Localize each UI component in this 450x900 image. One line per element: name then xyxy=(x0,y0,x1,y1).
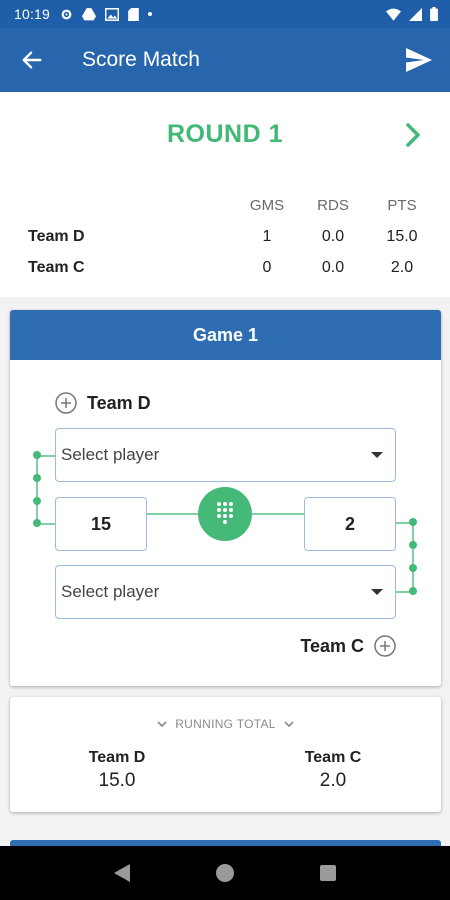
wifi-icon xyxy=(386,8,401,21)
header-pts: PTS xyxy=(387,197,417,214)
add-player-button[interactable] xyxy=(55,392,77,414)
team-rds: 0.0 xyxy=(321,227,345,245)
back-button[interactable] xyxy=(0,28,64,92)
score-left-input[interactable]: 15 xyxy=(55,497,147,551)
running-total-toggle[interactable]: RUNNING TOTAL xyxy=(10,717,441,731)
team-pts: 15.0 xyxy=(386,227,418,245)
connector-line xyxy=(36,455,38,523)
running-total-team-value: 2.0 xyxy=(319,770,347,791)
connector-dot xyxy=(33,519,41,527)
next-round-button[interactable] xyxy=(398,120,428,150)
table-row: Team D 1 0.0 15.0 xyxy=(28,221,438,252)
team-top-label: Team D xyxy=(55,392,151,414)
running-total-team-name: Team C xyxy=(304,749,362,766)
running-total-team-value: 15.0 xyxy=(98,770,136,791)
app-bar: Score Match xyxy=(0,28,450,92)
round-title: ROUND 1 xyxy=(166,120,283,148)
nav-recents-button[interactable] xyxy=(308,853,348,893)
game-card: Game 1 Team D Select player 15 2 Select … xyxy=(10,310,441,686)
plus-circle-icon xyxy=(374,635,396,657)
status-bar: 10:19 xyxy=(0,0,450,28)
connector-dot xyxy=(409,587,417,595)
dialpad-icon xyxy=(217,502,233,524)
team-name: Team C xyxy=(28,258,85,276)
keypad-button[interactable] xyxy=(198,487,252,541)
table-row: Team C 0 0.0 2.0 xyxy=(28,252,438,283)
score-table: GMS RDS PTS Team D 1 0.0 15.0 Team C 0 0… xyxy=(28,190,438,283)
team-bottom-label: Team C xyxy=(300,635,396,657)
connector-line xyxy=(412,522,414,592)
connector-dot xyxy=(33,497,41,505)
drive-icon xyxy=(82,7,97,20)
send-icon xyxy=(406,48,432,72)
page-title: Score Match xyxy=(82,48,200,71)
round-summary: ROUND 1 GMS RDS PTS Team D 1 0.0 15.0 Te… xyxy=(0,92,450,297)
status-notification-icons xyxy=(60,7,153,21)
running-total-team: Team D 15.0 xyxy=(42,749,192,792)
nav-home-button[interactable] xyxy=(205,853,245,893)
square-recents-icon xyxy=(320,865,337,881)
chevron-down-icon xyxy=(371,589,383,595)
header-gms: GMS xyxy=(249,197,285,214)
team-top-name: Team D xyxy=(87,392,151,413)
score-right-input[interactable]: 2 xyxy=(304,497,396,551)
score-table-header: GMS RDS PTS xyxy=(28,190,438,221)
player-bottom-placeholder: Select player xyxy=(61,582,160,601)
player-bottom-select[interactable]: Select player xyxy=(55,565,396,619)
game-title: Game 1 xyxy=(10,310,441,360)
chevron-down-icon xyxy=(284,720,294,727)
signal-icon xyxy=(409,7,422,21)
chevron-down-icon xyxy=(371,452,383,458)
header-rds: RDS xyxy=(317,197,349,214)
team-rds: 0.0 xyxy=(321,258,345,276)
chevron-down-icon xyxy=(157,720,167,727)
add-player-button[interactable] xyxy=(374,635,396,657)
dot-icon xyxy=(148,12,153,16)
team-pts: 2.0 xyxy=(390,258,414,276)
status-system-icons xyxy=(386,7,438,21)
running-total-card: RUNNING TOTAL Team D 15.0 Team C 2.0 xyxy=(10,697,441,812)
chevron-right-icon xyxy=(406,123,420,147)
sd-card-icon xyxy=(128,7,139,21)
connector-dot xyxy=(33,474,41,482)
team-bottom-name: Team C xyxy=(300,635,364,656)
player-top-placeholder: Select player xyxy=(61,445,160,464)
running-total-label: RUNNING TOTAL xyxy=(175,717,276,731)
battery-icon xyxy=(430,7,438,21)
system-nav-bar xyxy=(0,846,450,900)
team-gms: 0 xyxy=(262,258,272,276)
team-gms: 1 xyxy=(262,227,272,245)
arrow-left-icon xyxy=(22,51,42,69)
connector-dot xyxy=(409,518,417,526)
running-total-team: Team C 2.0 xyxy=(258,749,408,792)
connector-dot xyxy=(409,564,417,572)
team-name: Team D xyxy=(28,227,85,245)
connector-dot xyxy=(409,541,417,549)
status-time: 10:19 xyxy=(14,6,51,22)
nav-back-button[interactable] xyxy=(102,853,142,893)
circle-home-icon xyxy=(215,864,234,882)
image-icon xyxy=(105,7,120,21)
triangle-back-icon xyxy=(113,864,130,882)
plus-circle-icon xyxy=(55,392,77,414)
content: ROUND 1 GMS RDS PTS Team D 1 0.0 15.0 Te… xyxy=(0,92,450,846)
gear-icon xyxy=(61,9,72,19)
player-top-select[interactable]: Select player xyxy=(55,428,396,482)
running-total-team-name: Team D xyxy=(88,749,146,766)
connector-dot xyxy=(33,451,41,459)
send-button[interactable] xyxy=(388,28,450,92)
